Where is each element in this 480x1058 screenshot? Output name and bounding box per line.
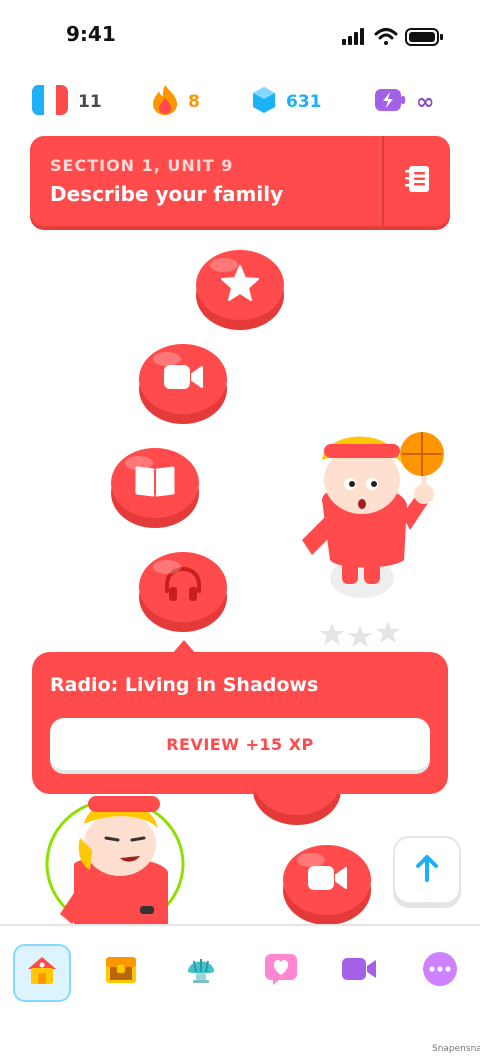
unit-banner[interactable]: SECTION 1, UNIT 9 Describe your family <box>30 136 450 226</box>
lesson-popup: Radio: Living in Shadows REVIEW +15 XP <box>32 652 448 794</box>
bottom-nav <box>0 924 480 1058</box>
nav-leagues[interactable] <box>94 944 148 998</box>
energy-stat[interactable]: ∞ <box>374 84 434 120</box>
guidebook-button[interactable] <box>384 136 450 226</box>
rating-stars-icon <box>318 620 404 654</box>
video-icon <box>162 362 204 396</box>
streak-stat[interactable]: 8 <box>152 84 200 120</box>
lesson-node-video[interactable] <box>139 344 227 426</box>
nav-practice[interactable] <box>174 944 228 998</box>
video-camera-icon <box>340 955 378 987</box>
unit-title: Describe your family <box>50 182 284 206</box>
guidebook-icon <box>402 164 432 198</box>
nav-home[interactable] <box>13 944 71 1002</box>
character-basketball-illustration <box>292 420 452 620</box>
watermark: Snapensnap <box>432 1044 480 1054</box>
book-icon <box>134 464 176 502</box>
lesson-node-video-2[interactable] <box>283 845 371 927</box>
status-icons <box>340 26 446 48</box>
nav-video[interactable] <box>332 944 386 998</box>
battery-icon <box>405 28 443 46</box>
gems-stat[interactable]: 631 <box>252 84 322 120</box>
home-icon <box>25 954 59 992</box>
more-icon <box>422 951 458 991</box>
lesson-node-book[interactable] <box>111 448 199 530</box>
review-button[interactable]: REVIEW +15 XP <box>50 718 430 770</box>
shell-icon <box>184 952 218 990</box>
video-icon <box>306 863 348 897</box>
nav-profile[interactable] <box>254 944 308 998</box>
star-icon <box>221 265 259 305</box>
flame-icon <box>152 84 178 120</box>
signal-icon <box>342 28 364 45</box>
lesson-node-star[interactable] <box>196 250 284 332</box>
wifi-icon <box>374 28 398 45</box>
nav-more[interactable] <box>413 944 467 998</box>
energy-value: ∞ <box>416 89 435 115</box>
status-time: 9:41 <box>66 22 116 46</box>
language-count: 11 <box>78 92 102 112</box>
scroll-to-top-button[interactable] <box>393 836 461 904</box>
treasure-chest-icon <box>103 953 139 989</box>
arrow-up-icon <box>415 854 439 886</box>
headphones-icon <box>161 565 205 609</box>
lesson-node-headphones[interactable] <box>139 552 227 634</box>
unit-section-label: SECTION 1, UNIT 9 <box>50 156 234 175</box>
character-jumprope-illustration <box>40 794 190 924</box>
heart-icon <box>263 952 299 990</box>
streak-count: 8 <box>188 92 200 112</box>
language-stat[interactable]: 11 <box>32 84 102 120</box>
french-flag-icon <box>32 85 68 119</box>
gems-count: 631 <box>286 92 322 112</box>
popup-title: Radio: Living in Shadows <box>50 674 319 696</box>
gem-icon <box>252 86 276 118</box>
battery-bolt-icon <box>374 87 406 117</box>
